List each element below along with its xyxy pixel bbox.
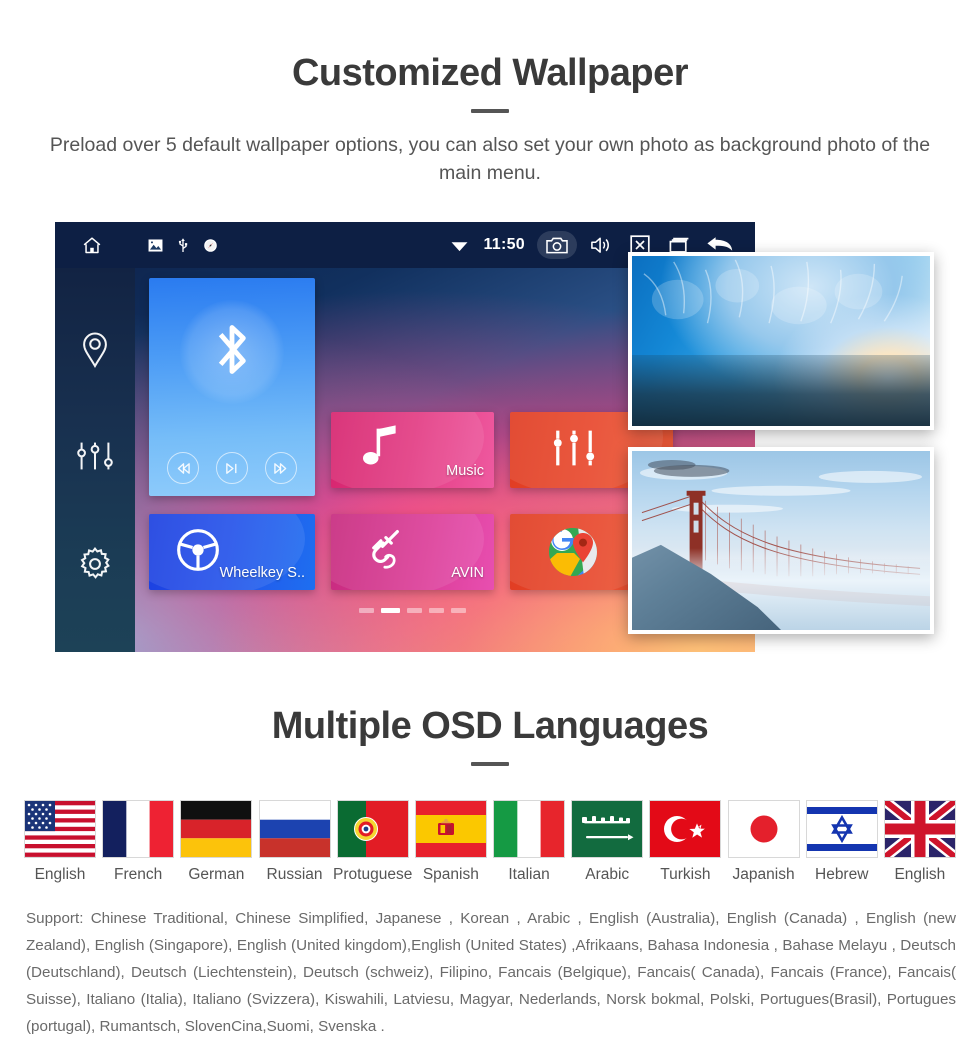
ice-cave-texture — [643, 259, 903, 325]
language-label: Protuguese — [333, 866, 413, 883]
flag-saudi-arabia-icon — [571, 800, 644, 858]
left-sidebar — [55, 268, 135, 652]
wallpaper-preview-golden-gate[interactable] — [628, 447, 934, 634]
language-item-english-uk[interactable]: English — [882, 800, 958, 884]
flag-germany-icon — [180, 800, 253, 858]
tile-wheelkey-study[interactable]: Wheelkey S.. — [149, 514, 315, 590]
page-title: Customized Wallpaper — [291, 52, 689, 94]
tile-music[interactable]: Music — [331, 412, 494, 488]
language-label: French — [114, 866, 163, 883]
flag-portugal-icon — [336, 800, 409, 858]
language-item-russian[interactable]: Russian — [257, 800, 333, 884]
tile-bluetooth[interactable] — [149, 278, 315, 496]
language-label: Japanish — [732, 866, 795, 883]
language-label: Spanish — [422, 866, 479, 883]
language-label: Italian — [508, 866, 550, 883]
usb-icon[interactable] — [170, 237, 196, 253]
supported-languages-text: Support: Chinese Traditional, Chinese Si… — [26, 910, 956, 1036]
language-flag-row: English French German Russian Protuguese… — [22, 800, 958, 895]
page-indicator[interactable] — [331, 608, 494, 613]
language-item-french[interactable]: French — [100, 800, 176, 884]
bluetooth-transport-controls — [149, 452, 315, 484]
wallpaper-section-subtitle: Preload over 5 default wallpaper options… — [49, 134, 931, 185]
language-item-portuguese[interactable]: Protuguese — [333, 800, 413, 884]
compass-icon[interactable] — [196, 237, 225, 253]
page-dot[interactable] — [359, 608, 374, 613]
steering-wheel-icon — [175, 527, 221, 578]
previous-icon[interactable] — [167, 452, 200, 484]
language-label: Russian — [266, 866, 323, 883]
languages-title: Multiple OSD Languages — [271, 705, 709, 747]
page-dot[interactable] — [429, 608, 444, 613]
language-label: Arabic — [585, 866, 630, 883]
language-label: Turkish — [660, 866, 711, 883]
music-note-icon — [361, 425, 401, 476]
tile-label: AVIN — [451, 565, 484, 581]
flag-spain-icon — [414, 800, 487, 858]
flag-usa-icon — [24, 800, 96, 858]
flag-france-icon — [102, 800, 175, 858]
next-icon[interactable] — [264, 452, 297, 484]
language-label: German — [188, 866, 245, 883]
language-item-german[interactable]: German — [178, 800, 254, 884]
flag-israel-icon — [805, 800, 878, 858]
language-item-turkish[interactable]: Turkish — [647, 800, 723, 884]
google-maps-icon — [548, 527, 598, 582]
language-item-english-us[interactable]: English — [22, 800, 98, 884]
language-item-hebrew[interactable]: Hebrew — [804, 800, 880, 884]
sidebar-item-settings[interactable] — [76, 545, 114, 588]
tile-label: Music — [446, 463, 484, 479]
languages-section-header: Multiple OSD Languages — [0, 705, 980, 766]
wallpaper-section-header: Customized Wallpaper Preload over 5 defa… — [0, 52, 980, 188]
tile-avin[interactable]: AVIN — [331, 514, 494, 590]
title-divider — [471, 109, 509, 113]
language-label: English — [34, 866, 86, 883]
camera-icon[interactable] — [537, 231, 577, 259]
flag-italy-icon — [493, 800, 566, 858]
language-item-italian[interactable]: Italian — [491, 800, 567, 884]
flag-uk-icon — [883, 800, 956, 858]
language-label: Hebrew — [815, 866, 869, 883]
page-dot[interactable] — [407, 608, 422, 613]
language-item-arabic[interactable]: Arabic — [569, 800, 645, 884]
home-icon[interactable] — [71, 235, 113, 256]
flag-turkey-icon — [649, 800, 722, 858]
tile-label: Wheelkey S.. — [219, 565, 305, 581]
language-item-japanese[interactable]: Japanish — [726, 800, 802, 884]
bluetooth-icon — [207, 316, 257, 389]
equalizer-icon — [552, 428, 596, 473]
wallpaper-preview-ice-cave[interactable] — [628, 252, 934, 430]
flag-japan-icon — [727, 800, 800, 858]
play-pause-icon[interactable] — [215, 452, 248, 484]
clock-time: 11:50 — [483, 236, 525, 253]
volume-icon[interactable] — [581, 235, 621, 255]
aux-cable-icon — [357, 528, 403, 577]
sidebar-item-navigation[interactable] — [77, 328, 113, 373]
language-item-spanish[interactable]: Spanish — [413, 800, 489, 884]
language-label: English — [894, 866, 946, 883]
wifi-icon[interactable] — [444, 238, 475, 253]
flag-russia-icon — [258, 800, 331, 858]
page-dot[interactable] — [451, 608, 466, 613]
sidebar-item-equalizer[interactable] — [76, 440, 114, 477]
gallery-icon[interactable] — [141, 238, 170, 252]
languages-title-divider — [471, 762, 509, 766]
page-dot-active[interactable] — [381, 608, 400, 613]
